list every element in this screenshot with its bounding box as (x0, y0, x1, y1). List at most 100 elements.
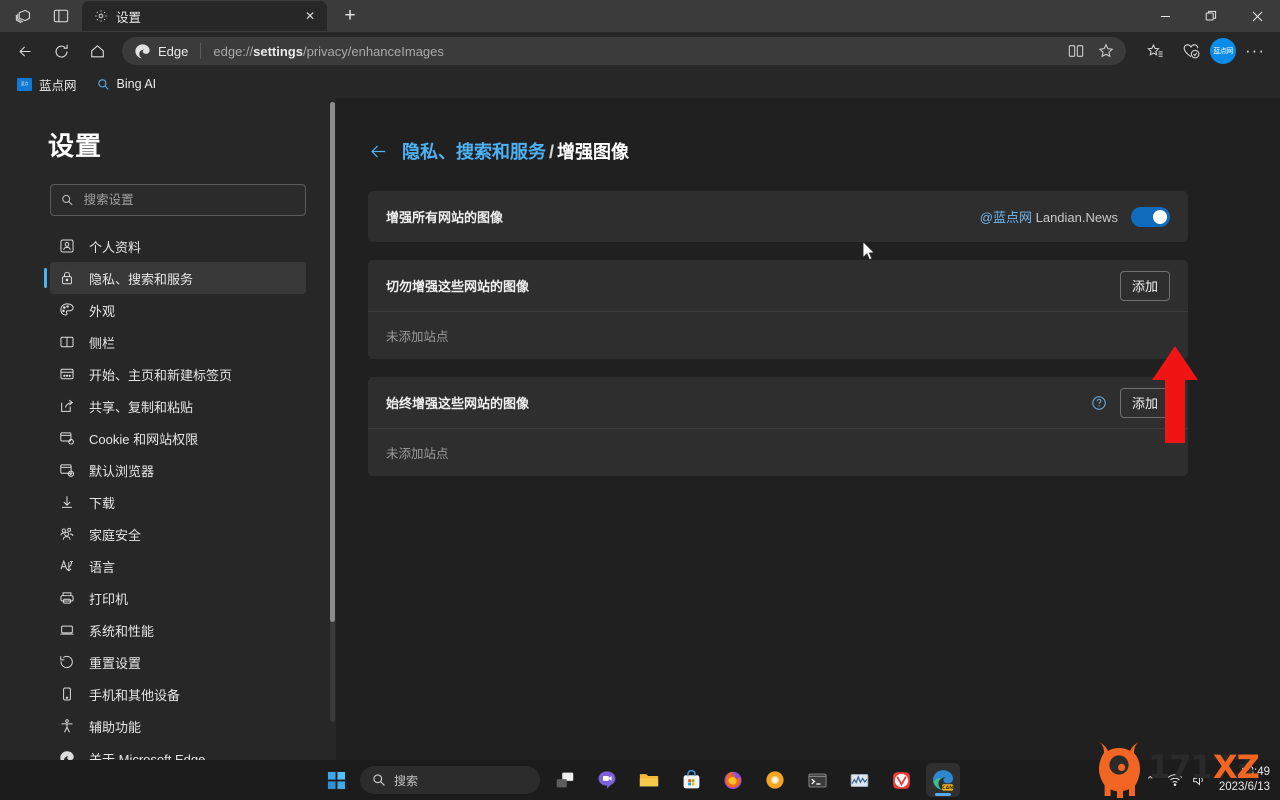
browser-tab-settings[interactable]: 设置 ✕ (82, 1, 327, 31)
default-browser-icon (58, 462, 75, 479)
card-header-row: 切勿增强这些网站的图像 添加 (368, 260, 1188, 311)
sidebar-scrollbar[interactable] (330, 102, 335, 722)
back-button[interactable] (8, 36, 42, 66)
sidebar-item-label: 手机和其他设备 (89, 687, 181, 703)
taskbar-app-edge-canary[interactable]: CAN (926, 763, 960, 797)
gear-icon (95, 10, 107, 22)
taskbar-app-performance-monitor[interactable] (842, 763, 876, 797)
address-bar[interactable]: Edge edge://settings/privacy/enhanceImag… (122, 37, 1126, 65)
mouse-cursor (862, 241, 876, 261)
sidebar-item-family-safety[interactable]: 家庭安全 (50, 518, 306, 550)
toggle-enhance-all-images[interactable] (1131, 206, 1170, 227)
maximize-restore-button[interactable] (1188, 0, 1234, 32)
taskbar-search-placeholder: 搜索 (394, 773, 419, 788)
sidebar-item-languages[interactable]: 语言 (50, 550, 306, 582)
sidebar-item-default-browser[interactable]: 默认浏览器 (50, 454, 306, 486)
taskbar-app-file-explorer[interactable] (632, 763, 666, 797)
reset-icon (58, 654, 75, 671)
home-button[interactable] (80, 36, 114, 66)
tab-close-icon[interactable]: ✕ (299, 5, 321, 27)
bookmark-landian[interactable]: 蓝点 蓝点网 (10, 72, 84, 97)
reload-button[interactable] (44, 36, 78, 66)
minimize-button[interactable] (1142, 0, 1188, 32)
vertical-tabs-icon[interactable] (44, 1, 78, 31)
settings-page: 设置 个人资料 隐私、搜索和服务 (0, 98, 1280, 760)
breadcrumb-parent-link[interactable]: 隐私、搜索和服务 (402, 142, 546, 162)
share-icon (58, 398, 75, 415)
profile-avatar[interactable]: 蓝点网 (1210, 38, 1236, 64)
settings-search-box[interactable] (50, 184, 306, 216)
start-button[interactable] (320, 764, 352, 796)
bookmark-label: Bing AI (116, 77, 157, 91)
sidebar-item-sidebar[interactable]: 侧栏 (50, 326, 306, 358)
settings-sidebar: 设置 个人资料 隐私、搜索和服务 (0, 98, 336, 760)
taskbar-app-vivaldi[interactable] (884, 763, 918, 797)
taskbar-app-chrome-canary[interactable] (758, 763, 792, 797)
more-options-icon[interactable]: ··· (1238, 36, 1272, 66)
folder-icon (639, 774, 659, 787)
sidebar-item-label: 开始、主页和新建标签页 (89, 367, 233, 383)
sidebar-item-privacy[interactable]: 隐私、搜索和服务 (44, 262, 306, 294)
sidebar-item-share-copy-paste[interactable]: 共享、复制和粘贴 (50, 390, 306, 422)
sidebar-item-label: 共享、复制和粘贴 (89, 399, 194, 415)
sidebar-item-accessibility[interactable]: 辅助功能 (50, 710, 306, 742)
search-icon (373, 774, 385, 786)
performance-monitor-icon (850, 773, 868, 787)
sidebar-item-phone-devices[interactable]: 手机和其他设备 (50, 678, 306, 710)
watermark-xz: XZ (1213, 748, 1260, 786)
sidebar-item-cookies[interactable]: Cookie 和网站权限 (50, 422, 306, 454)
edge-brand: Edge (134, 43, 188, 60)
taskbar-app-chat[interactable] (590, 763, 624, 797)
browser-window: 设置 ✕ + Edge edge://settings/privacy/enha… (0, 0, 1280, 800)
empty-state-text: 未添加站点 (386, 447, 449, 461)
printer-icon (58, 590, 75, 607)
sidebar-item-printers[interactable]: 打印机 (50, 582, 306, 614)
collections-icon[interactable] (1138, 36, 1172, 66)
card-enhance-all-images: 增强所有网站的图像 @蓝点网 Landian.News (368, 191, 1188, 242)
sidebar-item-downloads[interactable]: 下载 (50, 486, 306, 518)
settings-nav-list: 个人资料 隐私、搜索和服务 外观 侧栏 开始、主页和新建标签页 共享、复制和粘贴… (0, 230, 336, 760)
sidebar-scrollbar-thumb[interactable] (330, 102, 335, 622)
card-never-enhance-sites: 切勿增强这些网站的图像 添加 未添加站点 (368, 260, 1188, 359)
edge-logo-icon (59, 751, 74, 760)
sidebar-item-reset-settings[interactable]: 重置设置 (50, 646, 306, 678)
add-site-button[interactable]: 添加 (1119, 270, 1170, 301)
search-input[interactable] (83, 193, 295, 207)
browser-toolbar: Edge edge://settings/privacy/enhanceImag… (0, 32, 1280, 70)
landian-favicon: 蓝点 (17, 77, 32, 91)
language-icon (58, 558, 75, 575)
breadcrumb-back-icon[interactable] (368, 141, 388, 161)
edge-brand-label: Edge (158, 43, 189, 59)
sidebar-item-system-performance[interactable]: 系统和性能 (50, 614, 306, 646)
card-controls: @蓝点网 Landian.News (980, 206, 1170, 227)
close-button[interactable] (1234, 0, 1280, 32)
sidebar-item-profile[interactable]: 个人资料 (50, 230, 306, 262)
tab-actions-icon[interactable] (6, 1, 40, 31)
toggle-knob (1153, 209, 1167, 224)
new-tab-button[interactable]: + (335, 1, 365, 31)
settings-title: 设置 (48, 131, 103, 161)
taskbar-app-task-view[interactable] (548, 763, 582, 797)
tab-title: 设置 (116, 10, 142, 25)
card-label: 增强所有网站的图像 (386, 210, 504, 225)
sidebar-item-label: 侧栏 (89, 335, 116, 351)
favorite-star-icon[interactable] (1092, 39, 1120, 63)
card-label: 切勿增强这些网站的图像 (386, 279, 530, 294)
sidebar-item-about-edge[interactable]: 关于 Microsoft Edge (50, 742, 306, 760)
empty-state-text: 未添加站点 (386, 330, 449, 344)
help-icon[interactable] (1091, 395, 1107, 411)
taskbar-app-microsoft-store[interactable] (674, 763, 708, 797)
split-screen-icon[interactable] (1062, 39, 1090, 63)
taskbar-app-firefox[interactable] (716, 763, 750, 797)
sidebar-item-label: 个人资料 (89, 239, 142, 255)
sidebar-item-appearance[interactable]: 外观 (50, 294, 306, 326)
card-header-row: 增强所有网站的图像 @蓝点网 Landian.News (368, 191, 1188, 242)
browser-essentials-icon[interactable] (1174, 36, 1208, 66)
taskbar-app-windows-terminal[interactable] (800, 763, 834, 797)
palette-icon (58, 302, 75, 319)
sidebar-item-start-home-newtab[interactable]: 开始、主页和新建标签页 (50, 358, 306, 390)
sidebar-item-label: 隐私、搜索和服务 (89, 271, 194, 287)
annotation-arrow-up (1152, 346, 1198, 443)
bookmark-bing-ai[interactable]: Bing AI (90, 74, 164, 94)
taskbar-search-box[interactable]: 搜索 (360, 766, 540, 794)
